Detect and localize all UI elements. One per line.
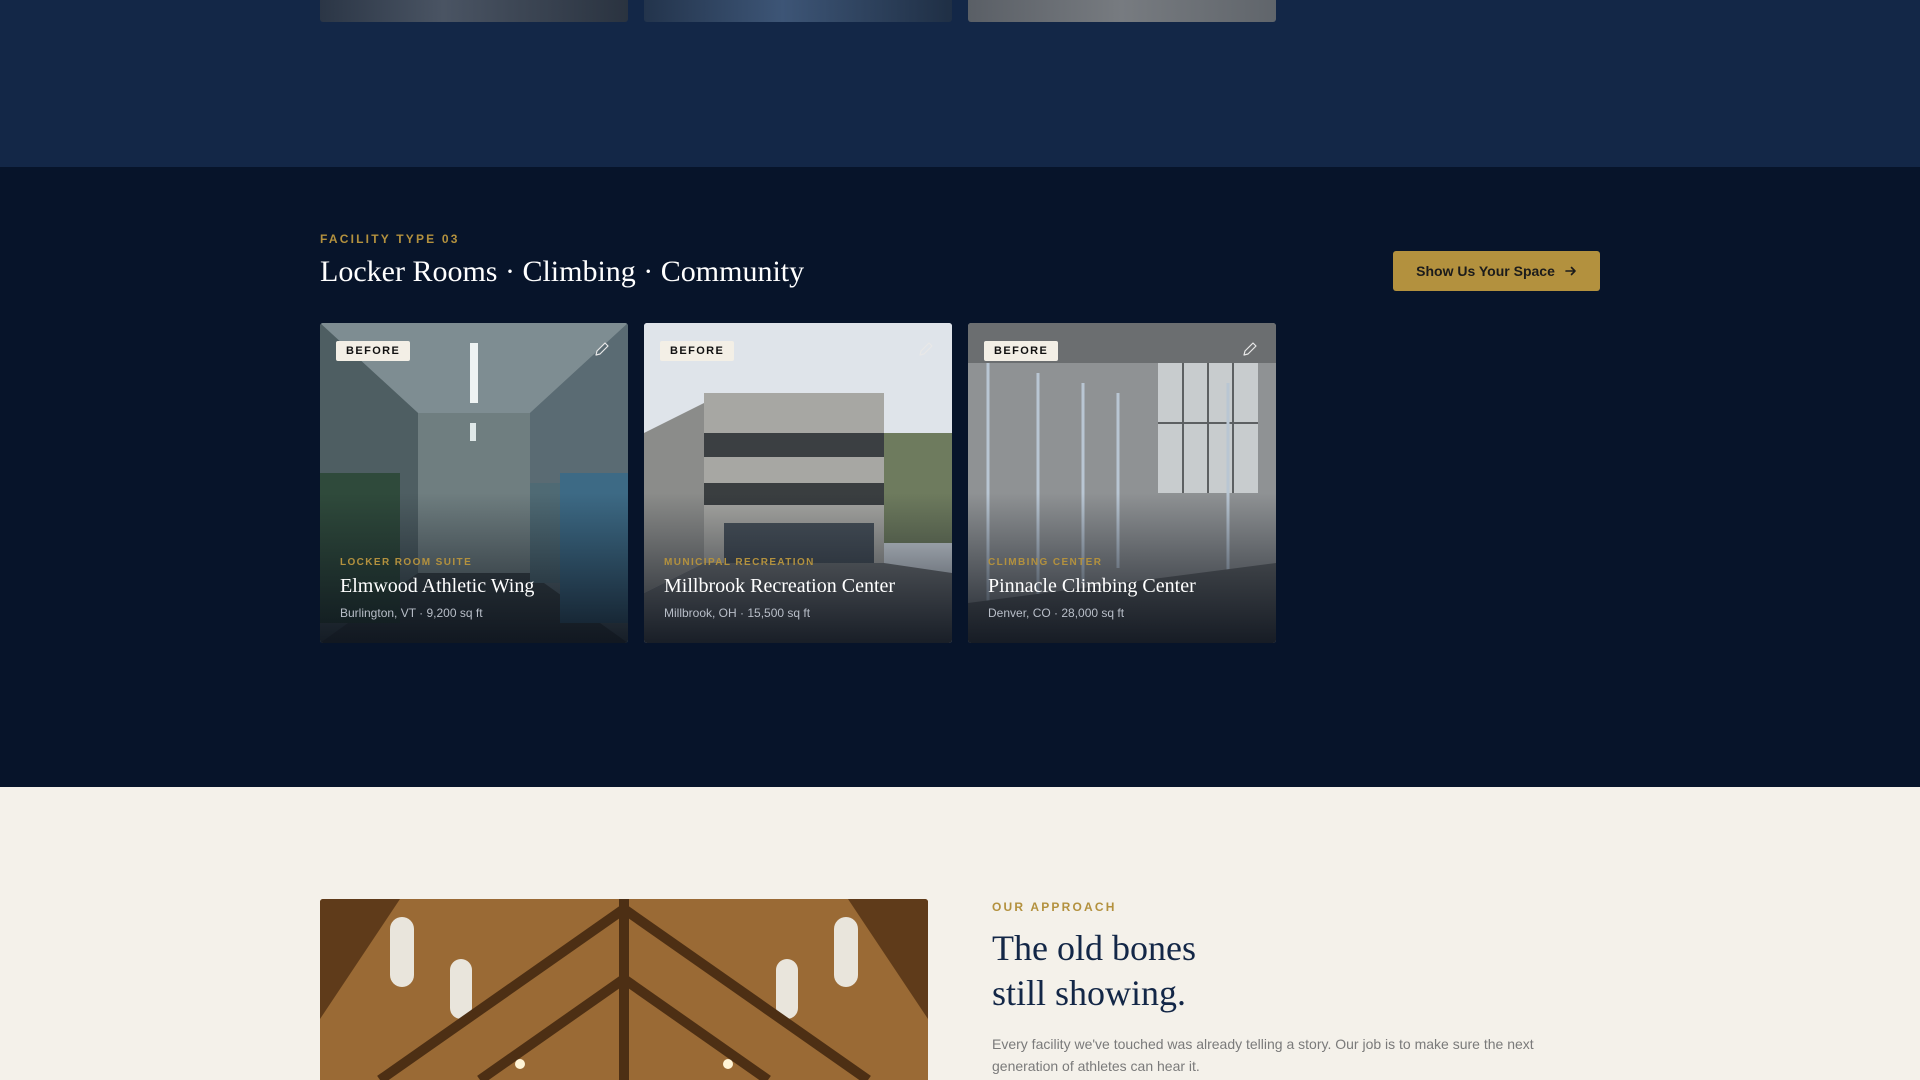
card-title: Elmwood Athletic Wing — [340, 575, 535, 597]
arrow-right-icon — [1565, 266, 1576, 276]
approach-lead: Every facility we've touched was already… — [992, 1036, 1534, 1074]
approach-title-line-2: still showing. — [992, 973, 1187, 1013]
card-category: CLIMBING CENTER — [988, 557, 1103, 568]
facility-section: FACILITY TYPE 03 Locker Rooms · Climbing… — [0, 167, 1920, 787]
pencil-icon[interactable] — [592, 339, 612, 359]
approach-image — [320, 899, 928, 1080]
section-title: Locker Rooms · Climbing · Community — [320, 255, 805, 288]
card-category: MUNICIPAL RECREATION — [664, 557, 815, 568]
facility-card[interactable]: BEFORE MUNICIPAL RECREATION Millbrook Re… — [644, 323, 952, 643]
approach-title-line-1: The old bones — [992, 928, 1196, 968]
pencil-icon[interactable] — [1240, 339, 1260, 359]
facility-card[interactable]: BEFORE LOCKER ROOM SUITE Elmwood Athleti… — [320, 323, 628, 643]
card-meta: Millbrook, OH · 15,500 sq ft — [664, 606, 811, 620]
previous-section — [0, 0, 1920, 167]
previous-card-image[interactable] — [320, 0, 628, 22]
previous-card-image[interactable] — [968, 0, 1276, 22]
card-title: Millbrook Recreation Center — [664, 575, 896, 597]
pencil-icon[interactable] — [916, 339, 936, 359]
card-title: Pinnacle Climbing Center — [988, 575, 1196, 597]
approach-eyebrow: OUR APPROACH — [992, 900, 1117, 914]
card-category: LOCKER ROOM SUITE — [340, 557, 473, 568]
before-badge: BEFORE — [984, 341, 1059, 361]
previous-card-image[interactable] — [644, 0, 952, 22]
section-eyebrow: FACILITY TYPE 03 — [320, 232, 460, 246]
cta-label: Show Us Your Space — [1416, 263, 1555, 279]
approach-title: The old bones still showing. — [992, 926, 1392, 1016]
facility-card[interactable]: BEFORE CLIMBING CENTER Pinnacle Climbing… — [968, 323, 1276, 643]
before-badge: BEFORE — [660, 341, 735, 361]
before-badge: BEFORE — [336, 341, 411, 361]
card-meta: Burlington, VT · 9,200 sq ft — [340, 606, 483, 620]
card-meta: Denver, CO · 28,000 sq ft — [988, 606, 1125, 620]
show-us-your-space-button[interactable]: Show Us Your Space — [1393, 251, 1600, 291]
